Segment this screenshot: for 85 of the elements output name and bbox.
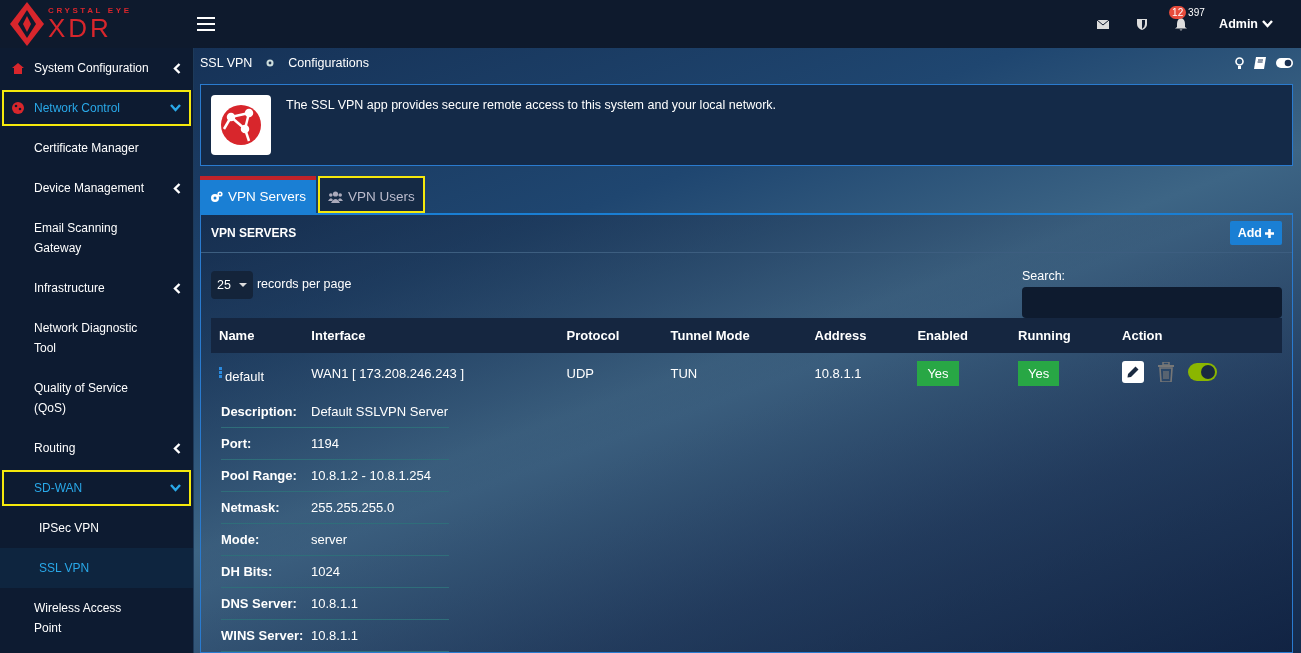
logo-tagline: CRYSTAL EYE — [48, 7, 132, 15]
detail-value: 10.8.1.2 - 10.8.1.254 — [311, 468, 431, 483]
shield-icon[interactable] — [1137, 18, 1148, 30]
detail-value: 1024 — [311, 564, 340, 579]
panel-title: VPN SERVERS — [211, 226, 297, 241]
tab[interactable]: VPN Servers — [200, 176, 317, 213]
toggle-icon[interactable] — [1276, 58, 1293, 68]
sidebar-item[interactable]: Routing — [0, 428, 193, 468]
table-cell: default — [225, 369, 265, 384]
search-field[interactable] — [1022, 286, 1282, 318]
sidebar-item[interactable]: IPSec VPN — [0, 508, 193, 548]
table-cell: UDP — [558, 353, 663, 394]
column-header: Interface — [303, 318, 559, 353]
tab[interactable]: VPN Users — [318, 176, 425, 213]
column-header: Address — [806, 318, 910, 353]
chevron-down-icon — [1262, 20, 1273, 28]
table-cell: WAN1 [ 173.208.246.243 ] — [303, 353, 559, 394]
sidebar-item[interactable]: Infrastructure — [0, 268, 193, 308]
menu-icon[interactable] — [197, 17, 215, 31]
detail-label: DH Bits: — [221, 564, 274, 579]
sidebar-item[interactable]: Network Diagnostic Tool — [0, 308, 193, 368]
sidebar-item[interactable]: Email Scanning Gateway — [0, 208, 193, 268]
caret-icon — [238, 282, 247, 287]
sidebar-item[interactable]: Certificate Manager — [0, 128, 193, 168]
notification-count: 397 — [1188, 6, 1205, 18]
detail-label: DNS Server: — [221, 596, 298, 611]
detail-value: 10.8.1.1 — [311, 628, 358, 643]
chevron-down-icon — [170, 104, 181, 112]
detail-label: Pool Range: — [221, 468, 298, 483]
separator-icon — [266, 59, 275, 67]
gears-icon — [210, 190, 223, 203]
search-label: Search: — [1022, 268, 1067, 283]
detail-value: 255.255.255.0 — [311, 500, 395, 515]
detail-label: WINS Server: — [221, 628, 305, 643]
detail-label: Netmask: — [221, 500, 281, 515]
chevron-left-icon — [173, 442, 181, 454]
detail-value: 10.8.1.1 — [311, 596, 358, 611]
column-header: Name — [211, 318, 304, 353]
envelope-icon[interactable] — [1097, 19, 1110, 29]
toggle-switch[interactable] — [1188, 363, 1218, 381]
detail-value: Default SSLVPN Server — [311, 404, 449, 419]
breadcrumb-link[interactable]: SSL VPN — [200, 56, 253, 70]
chevron-left-icon — [173, 182, 181, 194]
description-text: The SSL VPN app provides secure remote access to this system and your local network. — [286, 97, 777, 113]
chevron-left-icon — [173, 282, 181, 294]
globe-icon — [12, 102, 24, 114]
column-header: Protocol — [558, 318, 663, 353]
column-header: Action — [1114, 318, 1282, 353]
bell-icon[interactable] — [1175, 17, 1188, 31]
detail-label: Mode: — [221, 532, 261, 547]
users-icon — [328, 190, 344, 203]
sidebar-item[interactable]: Quality of Service (QoS) — [0, 368, 193, 428]
home-icon — [12, 62, 24, 74]
book-icon[interactable] — [1254, 57, 1266, 69]
sidebar-item[interactable]: SSL VPN — [0, 548, 193, 588]
add-button[interactable]: Add — [1229, 221, 1282, 246]
detail-label: Port: — [221, 436, 253, 451]
breadcrumb-link[interactable]: Configurations — [288, 56, 369, 70]
logo-wordmark: XDR — [48, 15, 113, 41]
table-cell: TUN — [662, 353, 807, 394]
status-badge: Yes — [1018, 361, 1060, 386]
plus-icon — [1265, 228, 1274, 238]
page-length-select[interactable]: 25 — [211, 270, 253, 299]
lightbulb-icon[interactable] — [1235, 57, 1244, 69]
app-icon — [211, 95, 271, 155]
table-cell: 10.8.1.1 — [806, 353, 910, 394]
sidebar-item[interactable]: Wireless Access Point — [0, 588, 193, 648]
user-menu[interactable]: Admin — [1219, 17, 1273, 31]
detail-label: Description: — [221, 404, 298, 419]
column-header: Running — [1010, 318, 1115, 353]
sidebar-item[interactable]: Network Control — [0, 88, 193, 128]
notification-badge: 12 — [1169, 5, 1187, 19]
status-badge: Yes — [917, 361, 959, 386]
chevron-down-icon — [170, 484, 181, 492]
sidebar-item[interactable]: Device Management — [0, 168, 193, 208]
sidebar-item[interactable]: System Configuration — [0, 48, 193, 88]
sidebar-item[interactable]: SD-WAN — [0, 468, 193, 508]
column-header: Tunnel Mode — [662, 318, 807, 353]
chevron-left-icon — [173, 62, 181, 74]
edit-icon[interactable] — [1122, 361, 1145, 383]
page-length-label: records per page — [256, 276, 352, 291]
detail-value: server — [311, 532, 348, 547]
detail-value: 1194 — [311, 436, 339, 451]
column-header: Enabled — [909, 318, 1011, 353]
expand-handle-icon[interactable] — [219, 367, 222, 378]
